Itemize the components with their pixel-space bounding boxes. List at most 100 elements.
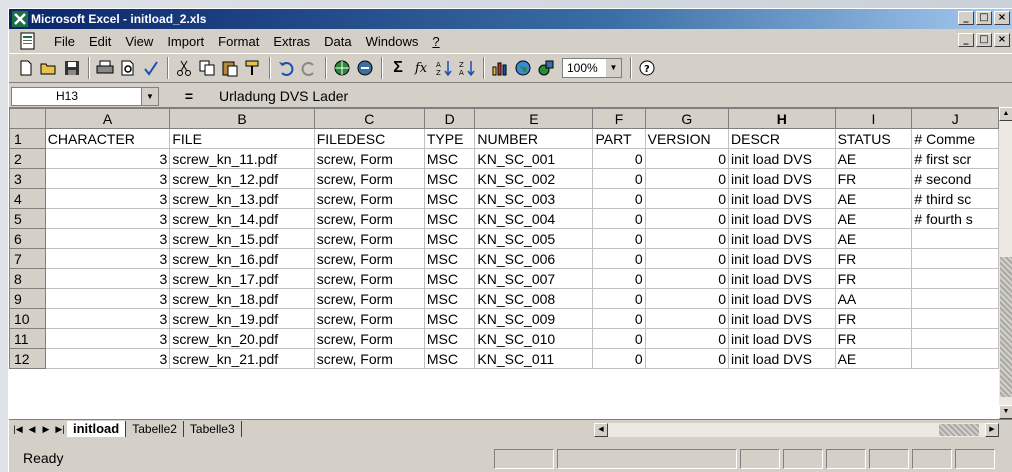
row-header[interactable]: 2 — [9, 148, 46, 169]
undo-button[interactable] — [275, 57, 297, 79]
cell[interactable]: screw, Form — [313, 348, 425, 369]
cell[interactable]: 0 — [644, 308, 730, 329]
sort-descending-button[interactable]: ZA — [456, 57, 478, 79]
cell[interactable]: MSC — [423, 208, 476, 229]
cell[interactable]: screw_kn_15.pdf — [169, 228, 315, 249]
doc-close-button[interactable]: × — [994, 33, 1010, 47]
cell[interactable]: FILE — [169, 128, 315, 149]
column-header[interactable]: H — [728, 108, 836, 129]
prev-sheet-icon[interactable]: ◀ — [25, 422, 39, 436]
drawing-button[interactable] — [535, 57, 557, 79]
menu-windows[interactable]: Windows — [359, 34, 426, 49]
cell[interactable]: 0 — [592, 228, 646, 249]
column-header[interactable]: J — [911, 108, 999, 129]
cell[interactable]: 3 — [44, 288, 171, 309]
cell[interactable]: MSC — [423, 248, 476, 269]
row-header[interactable]: 8 — [9, 268, 46, 289]
cell[interactable]: init load DVS — [728, 228, 836, 249]
cell[interactable] — [911, 228, 999, 249]
cell[interactable]: 0 — [592, 148, 646, 169]
cell[interactable]: screw_kn_17.pdf — [169, 268, 315, 289]
row-header[interactable]: 4 — [9, 188, 46, 209]
cell[interactable]: DESCR — [728, 128, 836, 149]
paste-button[interactable] — [219, 57, 241, 79]
cell[interactable]: init load DVS — [728, 348, 836, 369]
cell[interactable]: MSC — [423, 268, 476, 289]
function-button[interactable]: fx — [410, 57, 432, 79]
row-header[interactable]: 7 — [9, 248, 46, 269]
cell[interactable]: PART — [592, 128, 646, 149]
spreadsheet-grid[interactable]: ABCDEFGHIJ 1 CHARACTER FILE FILEDESC TYPE NUM… — [9, 107, 999, 420]
cell[interactable]: CHARACTER — [44, 128, 171, 149]
cell[interactable]: TYPE — [423, 128, 476, 149]
horizontal-scroll-thumb[interactable] — [939, 424, 979, 436]
cell[interactable]: KN_SC_008 — [474, 288, 594, 309]
cell[interactable]: 3 — [44, 188, 171, 209]
cell[interactable]: AE — [834, 188, 913, 209]
cell[interactable]: 0 — [592, 188, 646, 209]
formula-input[interactable]: Urladung DVS Lader — [219, 88, 348, 104]
row-header[interactable]: 5 — [9, 208, 46, 229]
cell[interactable]: KN_SC_001 — [474, 148, 594, 169]
cell[interactable]: screw_kn_19.pdf — [169, 308, 315, 329]
cell[interactable]: STATUS — [834, 128, 913, 149]
cell[interactable]: init load DVS — [728, 248, 836, 269]
map-button[interactable] — [512, 57, 534, 79]
cell[interactable]: 3 — [44, 268, 171, 289]
minimize-button[interactable]: _ — [958, 11, 974, 25]
cell[interactable] — [911, 348, 999, 369]
cell[interactable]: screw_kn_14.pdf — [169, 208, 315, 229]
save-button[interactable] — [61, 57, 83, 79]
cell[interactable] — [911, 288, 999, 309]
cell[interactable]: 0 — [592, 328, 646, 349]
web-toolbar-button[interactable] — [331, 57, 353, 79]
cell[interactable]: 3 — [44, 308, 171, 329]
cell[interactable]: AA — [834, 288, 913, 309]
hyperlink-button[interactable] — [354, 57, 376, 79]
open-button[interactable] — [38, 57, 60, 79]
cell[interactable]: FR — [834, 248, 913, 269]
autosum-button[interactable]: Σ — [387, 57, 409, 79]
cell[interactable]: 3 — [44, 248, 171, 269]
column-header[interactable]: F — [592, 108, 646, 129]
cell[interactable]: NUMBER — [474, 128, 594, 149]
scroll-up-icon[interactable]: ▲ — [999, 107, 1012, 121]
workbook-icon[interactable] — [19, 32, 37, 50]
sheet-tab-tabelle3[interactable]: Tabelle3 — [184, 421, 242, 437]
menu-data[interactable]: Data — [317, 34, 358, 49]
cell[interactable]: init load DVS — [728, 188, 836, 209]
cell[interactable]: AE — [834, 208, 913, 229]
cell[interactable]: KN_SC_009 — [474, 308, 594, 329]
cell[interactable]: init load DVS — [728, 288, 836, 309]
print-preview-button[interactable] — [117, 57, 139, 79]
cell[interactable]: 3 — [44, 208, 171, 229]
cell[interactable]: screw_kn_21.pdf — [169, 348, 315, 369]
cell[interactable] — [911, 308, 999, 329]
vertical-scrollbar[interactable]: ▲ ▼ — [999, 107, 1012, 419]
cell[interactable]: 0 — [644, 148, 730, 169]
row-header[interactable]: 3 — [9, 168, 46, 189]
cell[interactable]: KN_SC_006 — [474, 248, 594, 269]
cell[interactable]: MSC — [423, 188, 476, 209]
menu-file[interactable]: File — [47, 34, 82, 49]
cell[interactable]: screw, Form — [313, 208, 425, 229]
cell[interactable]: screw, Form — [313, 188, 425, 209]
cell[interactable]: MSC — [423, 288, 476, 309]
cell[interactable]: MSC — [423, 328, 476, 349]
cell[interactable]: 0 — [644, 328, 730, 349]
close-button[interactable]: × — [994, 11, 1010, 25]
cell[interactable]: 0 — [592, 268, 646, 289]
cell[interactable]: # Comme — [911, 128, 999, 149]
cell[interactable]: screw_kn_16.pdf — [169, 248, 315, 269]
row-header[interactable]: 11 — [9, 328, 46, 349]
sort-ascending-button[interactable]: AZ — [433, 57, 455, 79]
chart-wizard-button[interactable] — [489, 57, 511, 79]
cell[interactable]: 3 — [44, 348, 171, 369]
cell[interactable]: # second — [911, 168, 999, 189]
cell[interactable]: VERSION — [644, 128, 730, 149]
zoom-select[interactable]: 100% ▼ — [562, 58, 622, 78]
cell[interactable]: 0 — [644, 208, 730, 229]
cell[interactable]: MSC — [423, 228, 476, 249]
cell[interactable]: init load DVS — [728, 148, 836, 169]
cell[interactable]: init load DVS — [728, 168, 836, 189]
